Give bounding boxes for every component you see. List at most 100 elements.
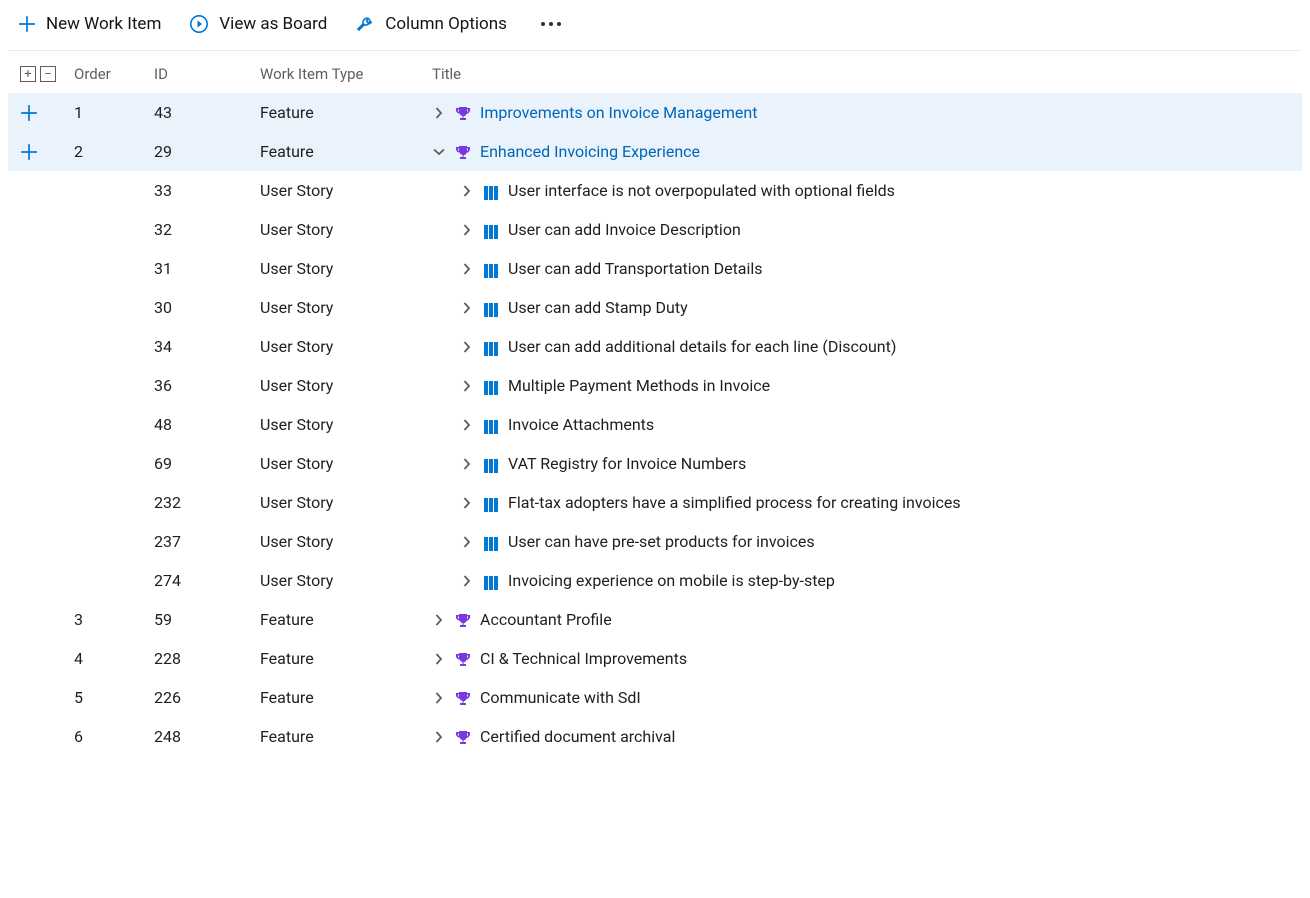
book-icon bbox=[482, 338, 500, 356]
chevron-right-icon[interactable] bbox=[460, 575, 474, 587]
column-header-id[interactable]: ID bbox=[154, 65, 260, 83]
expand-all-button[interactable]: + bbox=[20, 66, 36, 82]
book-icon bbox=[482, 533, 500, 551]
toolbar: New Work Item View as Board Column Optio… bbox=[8, 12, 1302, 51]
add-child-button[interactable] bbox=[20, 104, 38, 122]
work-item-title[interactable]: Enhanced Invoicing Experience bbox=[480, 142, 700, 161]
id-cell: 31 bbox=[154, 259, 260, 278]
table-row[interactable]: 69User Story VAT Registry for Invoice Nu… bbox=[8, 444, 1302, 483]
chevron-right-icon[interactable] bbox=[432, 107, 446, 119]
work-item-title[interactable]: Improvements on Invoice Management bbox=[480, 103, 757, 122]
table-row[interactable]: 36User Story Multiple Payment Methods in… bbox=[8, 366, 1302, 405]
table-row[interactable]: 34User Story User can add additional det… bbox=[8, 327, 1302, 366]
chevron-right-icon[interactable] bbox=[460, 419, 474, 431]
table-header: + − Order ID Work Item Type Title bbox=[8, 51, 1302, 93]
chevron-right-icon[interactable] bbox=[460, 263, 474, 275]
work-item-title[interactable]: User can add additional details for each… bbox=[508, 337, 896, 356]
type-cell: Feature bbox=[260, 103, 432, 122]
type-cell: Feature bbox=[260, 688, 432, 707]
column-options-button[interactable]: Column Options bbox=[355, 14, 507, 34]
chevron-down-icon[interactable] bbox=[432, 146, 446, 158]
table-row[interactable]: 359Feature Accountant Profile bbox=[8, 600, 1302, 639]
table-row[interactable]: 232User Story Flat-tax adopters have a s… bbox=[8, 483, 1302, 522]
work-item-title[interactable]: Invoicing experience on mobile is step-b… bbox=[508, 571, 835, 590]
type-cell: User Story bbox=[260, 454, 432, 473]
table-row[interactable]: 31User Story User can add Transportation… bbox=[8, 249, 1302, 288]
work-item-title[interactable]: User can have pre-set products for invoi… bbox=[508, 532, 815, 551]
type-cell: Feature bbox=[260, 142, 432, 161]
table-row[interactable]: 4228Feature CI & Technical Improvements bbox=[8, 639, 1302, 678]
add-child-button[interactable] bbox=[20, 143, 38, 161]
id-cell: 43 bbox=[154, 103, 260, 122]
work-item-title[interactable]: User can add Transportation Details bbox=[508, 259, 763, 278]
id-cell: 237 bbox=[154, 532, 260, 551]
dot-icon bbox=[549, 22, 553, 26]
chevron-right-icon[interactable] bbox=[460, 497, 474, 509]
id-cell: 32 bbox=[154, 220, 260, 239]
work-item-title[interactable]: User interface is not overpopulated with… bbox=[508, 181, 895, 200]
chevron-right-icon[interactable] bbox=[460, 341, 474, 353]
table-row[interactable]: 48User Story Invoice Attachments bbox=[8, 405, 1302, 444]
work-item-title[interactable]: CI & Technical Improvements bbox=[480, 649, 687, 668]
work-item-title[interactable]: User can add Invoice Description bbox=[508, 220, 741, 239]
order-cell: 2 bbox=[74, 142, 154, 161]
work-item-title[interactable]: Communicate with SdI bbox=[480, 688, 641, 707]
order-cell: 1 bbox=[74, 103, 154, 122]
type-cell: User Story bbox=[260, 415, 432, 434]
type-cell: User Story bbox=[260, 298, 432, 317]
more-actions-button[interactable] bbox=[535, 16, 567, 32]
view-as-board-button[interactable]: View as Board bbox=[189, 14, 327, 34]
work-item-title[interactable]: Multiple Payment Methods in Invoice bbox=[508, 376, 770, 395]
id-cell: 228 bbox=[154, 649, 260, 668]
order-cell: 3 bbox=[74, 610, 154, 629]
table-row[interactable]: 32User Story User can add Invoice Descri… bbox=[8, 210, 1302, 249]
id-cell: 30 bbox=[154, 298, 260, 317]
id-cell: 248 bbox=[154, 727, 260, 746]
table-row[interactable]: 237User Story User can have pre-set prod… bbox=[8, 522, 1302, 561]
work-item-title[interactable]: Invoice Attachments bbox=[508, 415, 654, 434]
type-cell: User Story bbox=[260, 532, 432, 551]
column-header-type[interactable]: Work Item Type bbox=[260, 65, 432, 83]
chevron-right-icon[interactable] bbox=[432, 731, 446, 743]
column-header-title[interactable]: Title bbox=[432, 65, 1302, 83]
table-row[interactable]: 5226Feature Communicate with SdI bbox=[8, 678, 1302, 717]
book-icon bbox=[482, 416, 500, 434]
chevron-right-icon[interactable] bbox=[432, 614, 446, 626]
table-row[interactable]: 143Feature Improvements on Invoice Manag… bbox=[8, 93, 1302, 132]
work-item-title[interactable]: User can add Stamp Duty bbox=[508, 298, 688, 317]
chevron-right-icon[interactable] bbox=[460, 458, 474, 470]
dot-icon bbox=[557, 22, 561, 26]
new-work-item-button[interactable]: New Work Item bbox=[18, 14, 161, 34]
id-cell: 29 bbox=[154, 142, 260, 161]
chevron-right-icon[interactable] bbox=[460, 224, 474, 236]
work-item-title[interactable]: VAT Registry for Invoice Numbers bbox=[508, 454, 746, 473]
book-icon bbox=[482, 299, 500, 317]
table-row[interactable]: 30User Story User can add Stamp Duty bbox=[8, 288, 1302, 327]
column-options-label: Column Options bbox=[385, 14, 507, 34]
book-icon bbox=[482, 494, 500, 512]
chevron-right-icon[interactable] bbox=[432, 653, 446, 665]
book-icon bbox=[482, 260, 500, 278]
work-item-title[interactable]: Certified document archival bbox=[480, 727, 675, 746]
chevron-right-icon[interactable] bbox=[460, 536, 474, 548]
table-row[interactable]: 274User Story Invoicing experience on mo… bbox=[8, 561, 1302, 600]
column-header-order[interactable]: Order bbox=[74, 65, 154, 83]
dot-icon bbox=[541, 22, 545, 26]
type-cell: Feature bbox=[260, 610, 432, 629]
table-row[interactable]: 6248Feature Certified document archival bbox=[8, 717, 1302, 756]
arrow-circle-icon bbox=[189, 14, 209, 34]
book-icon bbox=[482, 182, 500, 200]
table-row[interactable]: 33User Story User interface is not overp… bbox=[8, 171, 1302, 210]
trophy-icon bbox=[454, 143, 472, 161]
chevron-right-icon[interactable] bbox=[460, 302, 474, 314]
chevron-right-icon[interactable] bbox=[460, 380, 474, 392]
work-item-title[interactable]: Accountant Profile bbox=[480, 610, 612, 629]
plus-icon bbox=[18, 15, 36, 33]
work-item-title[interactable]: Flat-tax adopters have a simplified proc… bbox=[508, 493, 961, 512]
chevron-right-icon[interactable] bbox=[432, 692, 446, 704]
type-cell: User Story bbox=[260, 337, 432, 356]
table-row[interactable]: 229Feature Enhanced Invoicing Experience bbox=[8, 132, 1302, 171]
collapse-all-button[interactable]: − bbox=[40, 66, 56, 82]
chevron-right-icon[interactable] bbox=[460, 185, 474, 197]
trophy-icon bbox=[454, 650, 472, 668]
